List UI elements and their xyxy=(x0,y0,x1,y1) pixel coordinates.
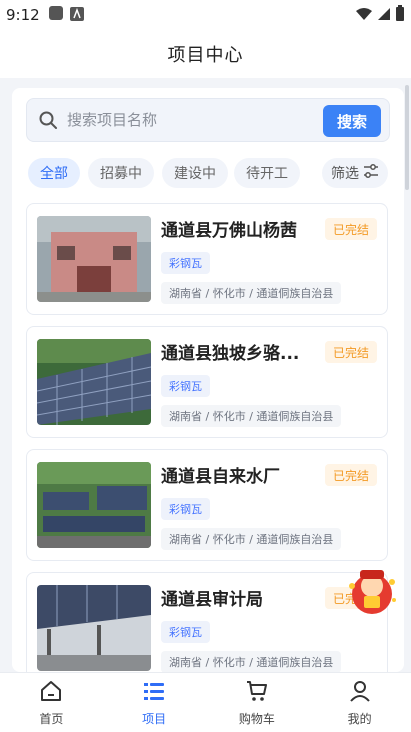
project-thumbnail xyxy=(37,339,151,425)
filter-chip-all[interactable]: 全部 xyxy=(28,158,80,188)
page-title: 项目中心 xyxy=(167,45,244,66)
category-tag: 彩钢瓦 xyxy=(161,252,210,274)
filter-chip-recruiting[interactable]: 招募中 xyxy=(88,158,154,188)
tab-cart[interactable]: 购物车 xyxy=(206,673,309,732)
project-card[interactable]: 通道县独坡乡骆... 已完结 彩钢瓦 湖南省 / 怀化市 / 通道侗族自治县 xyxy=(26,326,388,438)
tab-home[interactable]: 首页 xyxy=(0,673,103,732)
status-badge: 已完结 xyxy=(324,464,377,486)
home-icon xyxy=(39,679,63,707)
filter-row: 全部 招募中 建设中 待开工 筛选 xyxy=(28,158,388,188)
filter-chip-building[interactable]: 建设中 xyxy=(162,158,228,188)
location-label: 湖南省 / 怀化市 / 通道侗族自治县 xyxy=(161,651,342,672)
tab-profile[interactable]: 我的 xyxy=(308,673,411,732)
category-tag: 彩钢瓦 xyxy=(161,621,210,643)
battery-icon xyxy=(395,5,405,25)
project-card[interactable]: 通道县自来水厂 已完结 彩钢瓦 湖南省 / 怀化市 / 通道侗族自治县 xyxy=(26,449,388,561)
filter-label: 筛选 xyxy=(331,166,359,182)
status-bar: 9:12 xyxy=(0,0,411,30)
project-title: 通道县独坡乡骆... xyxy=(161,344,300,364)
floating-mascot-icon[interactable] xyxy=(344,566,400,616)
bottom-tab-bar: 首页 项目 购物车 我的 xyxy=(0,672,411,732)
project-title: 通道县审计局 xyxy=(161,590,263,610)
notification-square-icon xyxy=(48,5,64,25)
cart-icon xyxy=(245,679,269,707)
cellular-signal-icon xyxy=(377,6,391,25)
project-thumbnail xyxy=(37,462,151,548)
location-label: 湖南省 / 怀化市 / 通道侗族自治县 xyxy=(161,282,342,304)
search-input[interactable] xyxy=(67,111,297,129)
project-title: 通道县万佛山杨茜 xyxy=(161,221,297,241)
tab-label: 首页 xyxy=(39,711,64,726)
tab-projects[interactable]: 项目 xyxy=(103,673,206,732)
scrollbar[interactable] xyxy=(405,85,409,190)
app-a-icon xyxy=(69,6,84,25)
sliders-icon xyxy=(363,163,379,183)
search-bar: 搜索 xyxy=(26,98,390,142)
wifi-icon xyxy=(355,6,373,25)
filter-chip-pending[interactable]: 待开工 xyxy=(234,158,300,188)
search-icon xyxy=(37,109,59,131)
project-thumbnail xyxy=(37,585,151,671)
project-card[interactable]: 通道县万佛山杨茜 已完结 彩钢瓦 湖南省 / 怀化市 / 通道侗族自治县 xyxy=(26,203,388,315)
user-icon xyxy=(348,679,372,707)
app-header: 项目中心 xyxy=(0,30,411,78)
filter-button[interactable]: 筛选 xyxy=(322,158,388,188)
status-badge: 已完结 xyxy=(324,341,377,363)
tab-label: 项目 xyxy=(142,711,167,726)
project-thumbnail xyxy=(37,216,151,302)
project-card[interactable]: 通道县审计局 已完结 彩钢瓦 湖南省 / 怀化市 / 通道侗族自治县 xyxy=(26,572,388,672)
list-icon xyxy=(142,679,166,707)
status-badge: 已完结 xyxy=(324,218,377,240)
category-tag: 彩钢瓦 xyxy=(161,498,210,520)
tab-label: 购物车 xyxy=(238,711,275,726)
category-tag: 彩钢瓦 xyxy=(161,375,210,397)
location-label: 湖南省 / 怀化市 / 通道侗族自治县 xyxy=(161,528,342,550)
search-button[interactable]: 搜索 xyxy=(323,105,381,137)
location-label: 湖南省 / 怀化市 / 通道侗族自治县 xyxy=(161,405,342,427)
project-title: 通道县自来水厂 xyxy=(161,467,280,487)
status-time: 9:12 xyxy=(6,6,40,24)
tab-label: 我的 xyxy=(347,711,372,726)
